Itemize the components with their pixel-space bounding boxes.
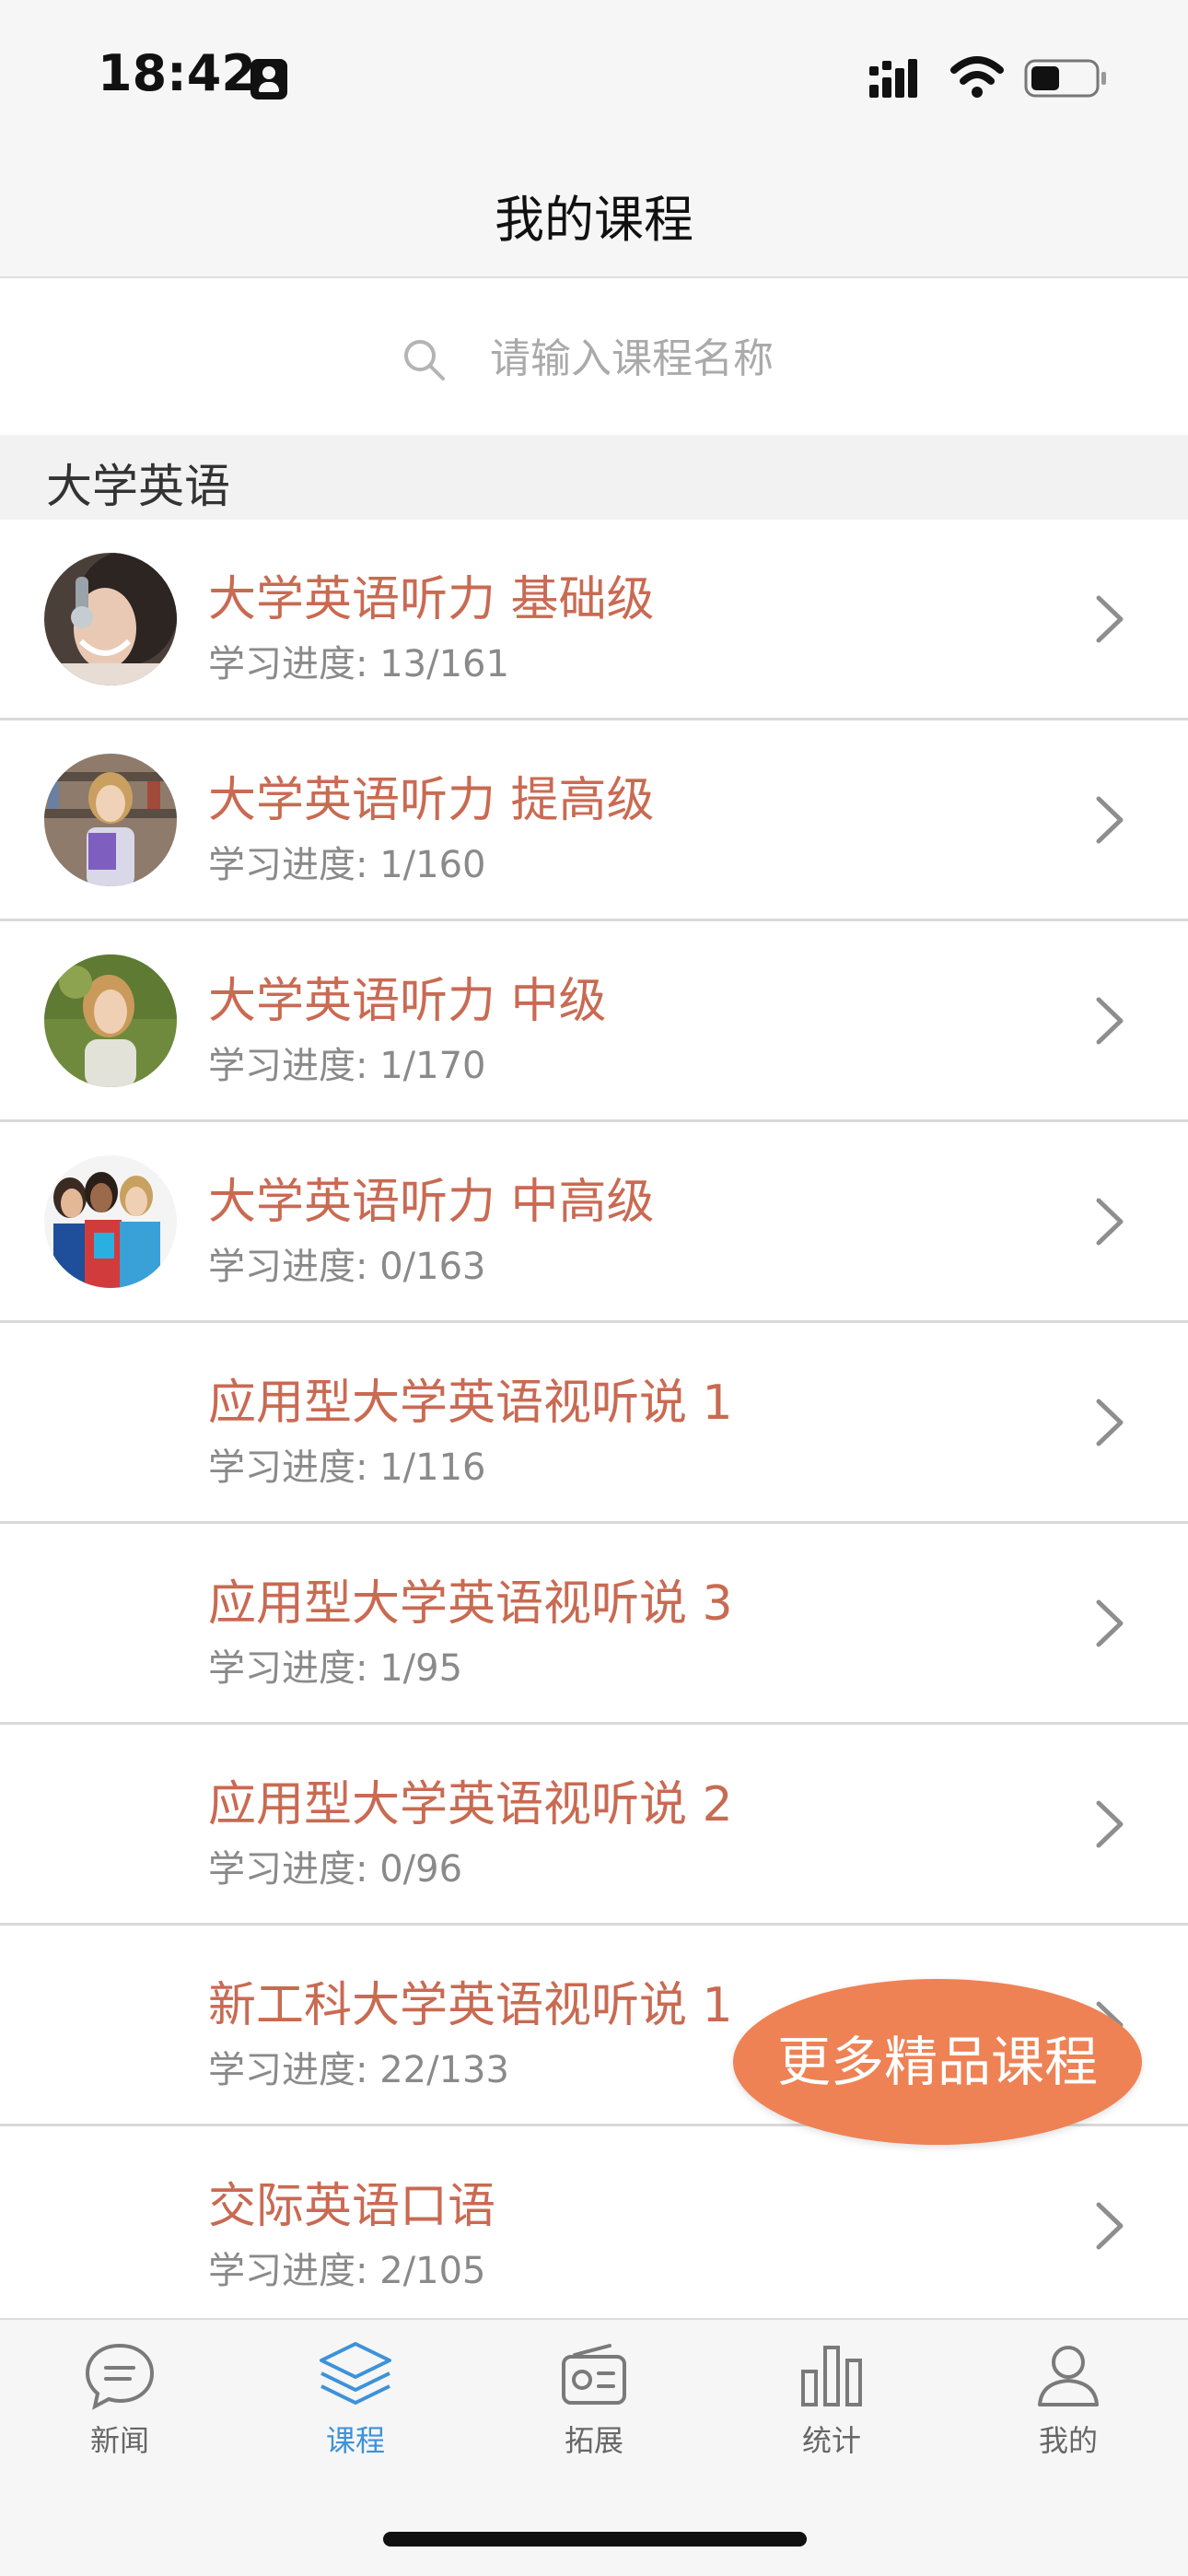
library-student-photo: [44, 754, 177, 886]
course-item[interactable]: 交际英语口语 学习进度: 2/105: [0, 2126, 1188, 2318]
course-item[interactable]: 应用型大学英语视听说 2 学习进度: 0/96: [0, 1725, 1188, 1926]
chevron-right-icon: [1096, 1399, 1124, 1446]
tab-statistics[interactable]: 统计: [740, 2338, 924, 2476]
battery-icon: [1024, 59, 1106, 98]
search-input[interactable]: [490, 326, 950, 391]
status-time: 18:42: [98, 44, 256, 102]
course-thumbnail: [44, 553, 177, 685]
chevron-right-icon: [1096, 1198, 1124, 1246]
course-progress: 学习进度: 2/105: [208, 2250, 486, 2292]
course-item[interactable]: 大学英语听力 提高级 学习进度: 1/160: [0, 720, 1188, 921]
chat-bubble-icon: [85, 2343, 155, 2410]
tab-mine[interactable]: 我的: [976, 2338, 1160, 2476]
radio-icon: [562, 2344, 626, 2405]
course-title: 大学英语听力 基础级: [208, 572, 655, 627]
tab-courses[interactable]: 课程: [263, 2338, 448, 2476]
course-item[interactable]: 应用型大学英语视听说 1 学习进度: 1/116: [0, 1323, 1188, 1524]
cellular-signal-icon: [869, 59, 917, 98]
home-indicator[interactable]: [383, 2532, 807, 2547]
student-group-photo: [44, 1155, 177, 1288]
tab-label: 新闻: [89, 2423, 149, 2458]
tab-label: 统计: [801, 2423, 861, 2458]
user-icon: [1038, 2346, 1099, 2406]
tab-extend[interactable]: 拓展: [502, 2338, 686, 2476]
course-progress: 学习进度: 1/160: [208, 844, 486, 886]
chevron-right-icon: [1096, 2202, 1124, 2250]
course-progress: 学习进度: 1/170: [208, 1045, 486, 1087]
course-item[interactable]: 大学英语听力 中高级 学习进度: 0/163: [0, 1122, 1188, 1323]
chevron-right-icon: [1096, 796, 1124, 844]
search-bar: [0, 278, 1188, 435]
search-icon: [404, 340, 445, 381]
course-title: 交际英语口语: [208, 2179, 496, 2234]
course-progress: 学习进度: 22/133: [208, 2049, 509, 2091]
course-title: 应用型大学英语视听说 3: [208, 1576, 733, 1632]
course-title: 新工科大学英语视听说 1: [208, 1978, 733, 2033]
chevron-right-icon: [1096, 1800, 1124, 1848]
navigation-bar: 我的课程: [0, 147, 1188, 278]
course-progress: 学习进度: 13/161: [208, 643, 509, 685]
course-item[interactable]: 大学英语听力 中级 学习进度: 1/170: [0, 921, 1188, 1122]
tab-label: 拓展: [564, 2423, 623, 2458]
status-bar: 18:42: [0, 0, 1188, 147]
section-title: 大学英语: [46, 460, 230, 513]
chevron-right-icon: [1096, 997, 1124, 1045]
course-title: 应用型大学英语视听说 2: [208, 1777, 733, 1832]
section-header: 大学英语: [0, 435, 1188, 520]
tab-label: 我的: [1038, 2423, 1098, 2458]
course-title: 大学英语听力 中高级: [208, 1175, 655, 1230]
course-progress: 学习进度: 0/163: [208, 1246, 486, 1288]
chevron-right-icon: [1096, 595, 1124, 643]
course-progress: 学习进度: 1/116: [208, 1446, 486, 1489]
course-thumbnail: [44, 754, 177, 886]
course-thumbnail: [44, 954, 177, 1087]
bar-chart-icon: [801, 2346, 862, 2406]
course-progress: 学习进度: 1/95: [208, 1647, 463, 1690]
tab-news[interactable]: 新闻: [28, 2338, 212, 2476]
chevron-right-icon: [1096, 1599, 1124, 1647]
focus-person-icon: [250, 59, 287, 100]
tab-label: 课程: [325, 2423, 385, 2458]
course-thumbnail: [44, 1155, 177, 1288]
more-courses-button[interactable]: 更多精品课程: [733, 1979, 1142, 2145]
course-title: 大学英语听力 提高级: [208, 773, 655, 828]
page-title: 我的课程: [495, 191, 693, 249]
headphones-woman-photo: [44, 553, 177, 685]
course-title: 大学英语听力 中级: [208, 974, 607, 1029]
course-item[interactable]: 大学英语听力 基础级 学习进度: 13/161: [0, 520, 1188, 720]
course-item[interactable]: 应用型大学英语视听说 3 学习进度: 1/95: [0, 1524, 1188, 1725]
course-title: 应用型大学英语视听说 1: [208, 1376, 733, 1431]
outdoor-woman-photo: [44, 954, 177, 1087]
wifi-icon: [950, 56, 1004, 98]
course-progress: 学习进度: 0/96: [208, 1848, 463, 1891]
layers-icon: [320, 2342, 391, 2405]
